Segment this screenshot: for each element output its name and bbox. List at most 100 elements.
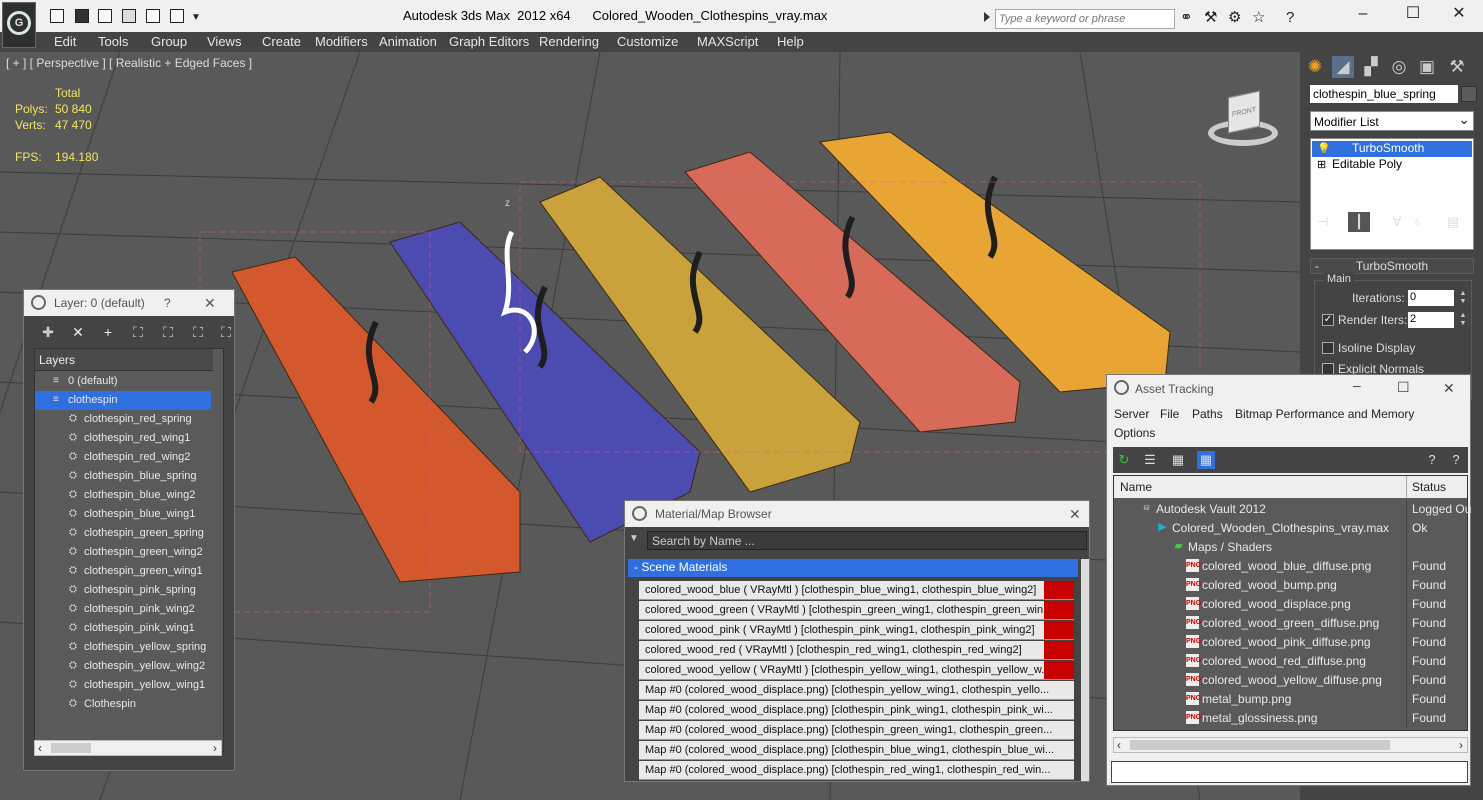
add-to-layer-icon[interactable]: + (98, 324, 118, 344)
asset-row[interactable]: PNG colored_wood_displace.png Found (1114, 595, 1467, 614)
browser-options-icon[interactable]: ▼ (629, 533, 643, 547)
maximize-icon[interactable]: ☐ (1397, 379, 1410, 396)
layer-object-row[interactable]: ⛭ clothespin_yellow_spring (35, 638, 225, 657)
menu-customize[interactable]: Customize (617, 34, 678, 49)
configure-sets-icon[interactable]: ▤ (1442, 212, 1464, 232)
favorites-star-icon[interactable]: ☆ (1252, 10, 1265, 25)
scroll-left-icon[interactable]: ‹ (38, 741, 42, 755)
help-icon[interactable]: ? (164, 296, 171, 310)
layer-object-row[interactable]: ⛭ clothespin_red_wing2 (35, 448, 225, 467)
layer-object-row[interactable]: ⛭ clothespin_blue_spring (35, 467, 225, 486)
asset-horizontal-scrollbar[interactable]: ‹ › (1113, 737, 1468, 753)
subscription-icon[interactable]: ⚒ (1204, 10, 1217, 25)
layer-dialog-titlebar[interactable]: Layer: 0 (default) ? ✕ (24, 290, 234, 316)
refresh-icon[interactable]: ↻ (1115, 451, 1133, 469)
scroll-right-icon[interactable]: › (1459, 738, 1463, 752)
menu-server[interactable]: Server (1114, 407, 1149, 421)
save-icon[interactable] (75, 9, 89, 23)
project-folder-icon[interactable] (122, 9, 136, 23)
open-file-icon[interactable] (98, 9, 112, 23)
hierarchy-tab-icon[interactable]: ▞ (1360, 56, 1382, 78)
scene-materials-group[interactable]: - Scene Materials (628, 559, 1078, 577)
layer-horizontal-scrollbar[interactable]: ‹ › (34, 740, 222, 756)
material-row[interactable]: Map #0 (colored_wood_displace.png) [clot… (639, 701, 1074, 720)
material-row[interactable]: Map #0 (colored_wood_displace.png) [clot… (639, 681, 1074, 700)
scroll-thumb[interactable] (51, 743, 91, 753)
menu-create[interactable]: Create (262, 34, 301, 49)
column-name-header[interactable]: Name (1120, 480, 1152, 494)
menu-file[interactable]: File (1160, 407, 1179, 421)
render-iters-checkbox[interactable]: ✓ (1322, 314, 1334, 326)
asset-row[interactable]: PNG colored_wood_yellow_diffuse.png Found (1114, 671, 1467, 690)
asset-row[interactable]: PNG metal_glossiness.png Found (1114, 709, 1467, 728)
layer-object-row[interactable]: ⛭ clothespin_pink_wing1 (35, 619, 225, 638)
asset-row[interactable]: PNG metal_bump.png Found (1114, 690, 1467, 709)
material-row[interactable]: colored_wood_pink ( VRayMtl ) [clothespi… (639, 621, 1074, 640)
motion-tab-icon[interactable]: ◎ (1388, 56, 1410, 78)
close-icon[interactable]: ✕ (1069, 506, 1081, 523)
layer-object-row[interactable]: ⛭ clothespin_yellow_wing2 (35, 657, 225, 676)
display-tab-icon[interactable]: ▣ (1416, 56, 1438, 78)
menu-maxscript[interactable]: MAXScript (697, 34, 758, 49)
table-view-icon[interactable]: ▦ (1197, 451, 1215, 469)
viewcube-icon[interactable]: FRONT (1208, 90, 1278, 148)
iterations-spinner-arrows[interactable]: ▲ ▼ (1458, 290, 1468, 306)
menu-graph-editors[interactable]: Graph Editors (449, 34, 529, 49)
delete-layer-icon[interactable]: ✕ (68, 324, 88, 344)
help-icon[interactable]: ? (1286, 10, 1294, 25)
layers-column-header[interactable]: Layers (35, 349, 213, 371)
layer-object-row[interactable]: ⛭ clothespin_yellow_wing1 (35, 676, 225, 695)
scroll-right-icon[interactable]: › (213, 741, 217, 755)
asset-row[interactable]: PNG colored_wood_blue_diffuse.png Found (1114, 557, 1467, 576)
asset-row[interactable]: PNG colored_wood_pink_diffuse.png Found (1114, 633, 1467, 652)
stack-item-turbosmooth[interactable]: 💡 TurboSmooth (1312, 141, 1472, 157)
material-row[interactable]: Map #0 (colored_wood_displace.png) [clot… (639, 741, 1074, 760)
close-icon[interactable]: ✕ (204, 295, 216, 312)
menu-edit[interactable]: Edit (54, 34, 76, 49)
material-vertical-scrollbar[interactable] (1081, 559, 1089, 781)
minimize-icon[interactable]: – (1348, 6, 1378, 24)
material-row[interactable]: Map #0 (colored_wood_displace.png) [clot… (639, 721, 1074, 740)
layer-object-row[interactable]: ⛭ clothespin_green_spring (35, 524, 225, 543)
minimize-icon[interactable]: – (1353, 377, 1361, 393)
select-layer-icon[interactable]: ⛶ (158, 324, 178, 344)
layer-row[interactable]: ≡ clothespin (35, 391, 211, 410)
menu-paths[interactable]: Paths (1192, 407, 1223, 421)
menu-tools[interactable]: Tools (98, 34, 128, 49)
layer-object-row[interactable]: ⛭ clothespin_red_wing1 (35, 429, 225, 448)
remove-modifier-icon[interactable]: ♁ (1406, 212, 1428, 232)
thumbnail-view-icon[interactable]: ▦ (1169, 451, 1187, 469)
isoline-checkbox[interactable] (1322, 342, 1334, 354)
layer-object-row[interactable]: ⛭ clothespin_green_wing1 (35, 562, 225, 581)
menu-rendering[interactable]: Rendering (539, 34, 599, 49)
material-row[interactable]: Map #0 (colored_wood_displace.png) [clot… (639, 761, 1074, 780)
iterations-spinner[interactable]: 0 (1408, 290, 1454, 306)
asset-row[interactable]: PNG colored_wood_green_diffuse.png Found (1114, 614, 1467, 633)
help-icon[interactable]: ? (1423, 451, 1441, 469)
binoculars-icon[interactable]: ⚭ (1180, 10, 1193, 25)
make-unique-icon[interactable]: ∀ (1386, 212, 1408, 232)
new-file-icon[interactable] (50, 9, 64, 23)
freeze-all-icon[interactable]: ⛶ (216, 324, 236, 344)
select-objects-icon[interactable]: ⛶ (128, 324, 148, 344)
scroll-thumb[interactable] (1130, 740, 1390, 750)
layer-object-row[interactable]: ⛭ clothespin_pink_spring (35, 581, 225, 600)
asset-row[interactable]: ▶ Colored_Wooden_Clothespins_vray.max Ok (1114, 519, 1467, 538)
asset-row[interactable]: ⛁ Autodesk Vault 2012 Logged Ou (1114, 500, 1471, 519)
modify-tab-icon[interactable]: ◢ (1332, 56, 1354, 78)
create-tab-icon[interactable]: ✺ (1304, 56, 1326, 78)
modifier-list-dropdown[interactable]: Modifier List (1310, 111, 1474, 131)
layer-object-row[interactable]: ⛭ clothespin_blue_wing2 (35, 486, 225, 505)
lightbulb-icon[interactable]: 💡 (1317, 142, 1331, 155)
plus-icon[interactable]: ⊞ (1317, 158, 1326, 171)
search-expand-icon[interactable] (984, 12, 990, 22)
hide-all-icon[interactable]: ⛶ (188, 324, 208, 344)
layer-object-row[interactable]: ⛭ clothespin_red_spring (35, 410, 225, 429)
app-menu-button[interactable]: G (2, 2, 36, 48)
communication-center-icon[interactable]: ⚙ (1228, 10, 1241, 25)
scroll-left-icon[interactable]: ‹ (1117, 738, 1121, 752)
column-status-header[interactable]: Status (1412, 480, 1446, 494)
asset-tracking-titlebar[interactable]: Asset Tracking – ☐ ✕ (1107, 375, 1470, 401)
layer-row[interactable]: ≡ 0 (default) (35, 372, 225, 391)
material-row[interactable]: colored_wood_yellow ( VRayMtl ) [clothes… (639, 661, 1074, 680)
